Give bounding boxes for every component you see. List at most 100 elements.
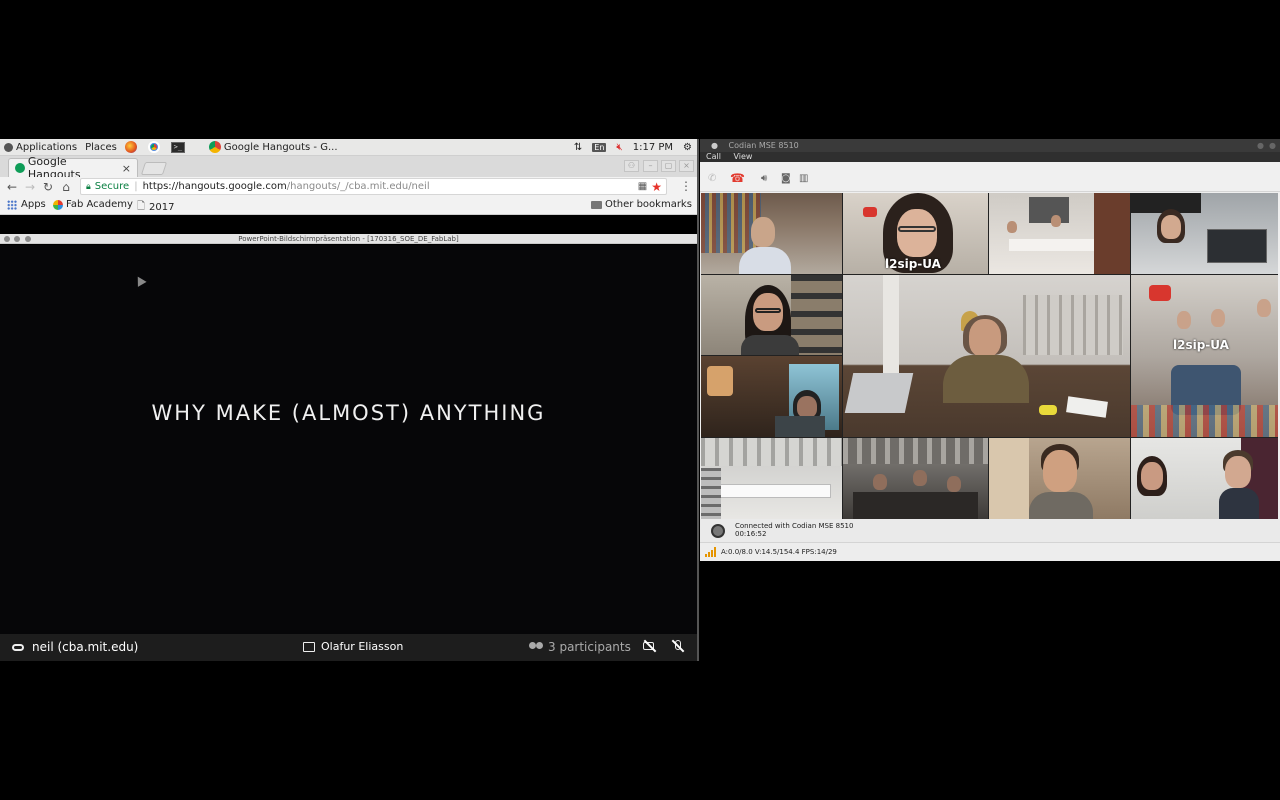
network-arrows-icon[interactable]: ⇅: [569, 139, 587, 156]
connection-status: Connected with Codian MSE 8510 00:16:52: [700, 519, 1280, 543]
mic-off-icon: [671, 640, 685, 652]
secure-label: Secure: [94, 181, 130, 192]
tab-google-hangouts[interactable]: Google Hangouts ×: [8, 155, 138, 181]
ppt-minimize-button[interactable]: [14, 236, 20, 242]
codian-titlebar: ● Codian MSE 8510 ● ●: [700, 139, 1280, 152]
back-arrow-icon[interactable]: ←: [3, 180, 21, 194]
video-tile-10[interactable]: [989, 438, 1130, 519]
new-tab-button[interactable]: [140, 162, 168, 175]
bookmark-star-icon[interactable]: ★: [651, 180, 662, 194]
video-tile-11[interactable]: [1131, 438, 1278, 519]
profile-icon[interactable]: ⚇: [624, 160, 639, 172]
maximize-button[interactable]: ▢: [661, 160, 676, 172]
home-icon[interactable]: ⌂: [57, 180, 75, 194]
codian-title: Codian MSE 8510: [728, 141, 799, 150]
camera-icon[interactable]: ◙: [781, 173, 791, 184]
layout-icon[interactable]: ▥: [799, 173, 808, 184]
stats-text: A:0.0/8.0 V:14.5/154.4 FPS:14/29: [721, 548, 837, 556]
bookmark-fab-academy[interactable]: Fab Academy: [53, 199, 133, 210]
presentation-title: PowerPoint-Bildschirmpräsentation - [170…: [238, 235, 459, 243]
people-icon: [529, 642, 544, 652]
connection-text: Connected with Codian MSE 8510: [735, 522, 854, 530]
call-icon[interactable]: ✆: [708, 173, 716, 184]
video-tile-3[interactable]: [989, 193, 1130, 274]
tab-strip: Google Hangouts × ⚇ – ▢ ×: [0, 155, 697, 181]
bookmark-fab-academy-label: Fab Academy: [66, 199, 133, 210]
video-grid: l2sip-UA l2sip-UA: [701, 193, 1278, 519]
menu-call[interactable]: Call: [706, 152, 721, 161]
applications-menu[interactable]: Applications: [0, 139, 81, 156]
tab-close-icon[interactable]: ×: [122, 162, 131, 175]
presentation-titlebar: PowerPoint-Bildschirmpräsentation - [170…: [0, 234, 697, 244]
forward-arrow-icon[interactable]: →: [21, 180, 39, 194]
menu-view[interactable]: View: [733, 152, 752, 161]
chrome-task-icon: [208, 141, 221, 153]
chrome-menu-icon[interactable]: ⋮: [680, 179, 692, 193]
minimize-button[interactable]: –: [643, 160, 658, 172]
volume-muted-icon[interactable]: 🔇︎: [611, 139, 627, 156]
bookmark-apps-label: Apps: [21, 199, 46, 210]
hangup-icon[interactable]: ☎: [730, 171, 745, 185]
bookmark-apps[interactable]: Apps: [7, 199, 46, 210]
close-window-button[interactable]: ×: [679, 160, 694, 172]
video-tile-9[interactable]: [843, 438, 988, 519]
ppt-close-button[interactable]: [4, 236, 10, 242]
clock[interactable]: 1:17 PM: [628, 139, 678, 156]
presenting-icon: [303, 641, 315, 652]
video-tile-5[interactable]: [701, 275, 842, 355]
lock-icon: 🔒︎: [86, 181, 91, 192]
video-tile-8[interactable]: [701, 438, 842, 519]
hangout-host: neil (cba.mit.edu): [32, 640, 139, 654]
taskbar-chrome-label: Google Hangouts - G...: [223, 141, 338, 153]
codian-close-button[interactable]: ●: [1269, 139, 1276, 152]
hangout-link[interactable]: neil (cba.mit.edu): [12, 640, 138, 654]
chrome-launcher[interactable]: [144, 139, 167, 156]
keyboard-layout-indicator[interactable]: En: [587, 139, 611, 156]
firefox-launcher[interactable]: [121, 139, 144, 156]
video-tile-2[interactable]: l2sip-UA: [843, 193, 988, 274]
video-tile-4[interactable]: [1131, 193, 1278, 274]
url-host: https://hangouts.google.com: [142, 181, 287, 192]
video-tile-1[interactable]: [701, 193, 842, 274]
codian-minimize-button[interactable]: ●: [1257, 139, 1264, 152]
folder-icon: [591, 200, 602, 209]
video-tile-6[interactable]: l2sip-UA: [1131, 275, 1278, 437]
terminal-launcher[interactable]: >_: [167, 139, 189, 156]
tile-label-1: l2sip-UA: [885, 257, 941, 271]
reload-icon[interactable]: ↻: [39, 180, 57, 194]
window-menu-icon[interactable]: ●: [711, 141, 718, 150]
bookmark-other-label: Other bookmarks: [605, 199, 692, 210]
places-menu[interactable]: Places: [81, 139, 121, 156]
apps-grid-icon: [7, 199, 17, 210]
places-label: Places: [85, 141, 117, 153]
ppt-maximize-button[interactable]: [25, 236, 31, 242]
tile-label-2: l2sip-UA: [1173, 338, 1229, 352]
mic-off-button[interactable]: [671, 640, 685, 652]
terminal-icon: >_: [170, 141, 185, 153]
video-tile-7[interactable]: [701, 356, 842, 437]
bookmark-2017[interactable]: 🗋︎ 2017: [137, 199, 175, 216]
presenter-name: Olafur Eliasson: [321, 640, 404, 653]
participants-count: 3 participants: [548, 640, 631, 654]
bookmarks-bar: Apps Fab Academy 🗋︎ 2017 Other bookmarks: [0, 197, 697, 215]
bookmark-other[interactable]: Other bookmarks: [591, 199, 692, 210]
participants-button[interactable]: 3 participants: [529, 640, 631, 654]
speaker-icon[interactable]: 🔊︎: [761, 173, 767, 184]
call-duration: 00:16:52: [735, 530, 767, 538]
video-tile-main[interactable]: [843, 275, 1130, 437]
address-bar[interactable]: 🔒︎ Secure | https://hangouts.google.com /…: [80, 178, 667, 195]
hangouts-favicon: [15, 163, 25, 173]
browser-toolbar: ← → ↻ ⌂ 🔒︎ Secure | https://hangouts.goo…: [0, 177, 697, 197]
codian-toolbar: ✆ ☎ 🔊︎ ◙ ▥: [700, 162, 1280, 192]
page-icon: 🗋︎: [137, 201, 146, 212]
screen-divider: [697, 139, 699, 661]
camera-permission-icon[interactable]: ▦: [638, 181, 647, 192]
slide-title: WHY MAKE (ALMOST) ANYTHING: [151, 401, 546, 425]
firefox-icon: [124, 141, 137, 153]
presenter-indicator[interactable]: Olafur Eliasson: [303, 640, 403, 653]
url-separator: |: [134, 181, 138, 192]
settings-gear-icon[interactable]: ⚙: [678, 139, 697, 156]
camera-off-button[interactable]: [643, 640, 657, 652]
hangout-bottom-bar: neil (cba.mit.edu) Olafur Eliasson 3 par…: [0, 634, 697, 661]
taskbar-chrome-window[interactable]: Google Hangouts - G...: [205, 139, 342, 156]
